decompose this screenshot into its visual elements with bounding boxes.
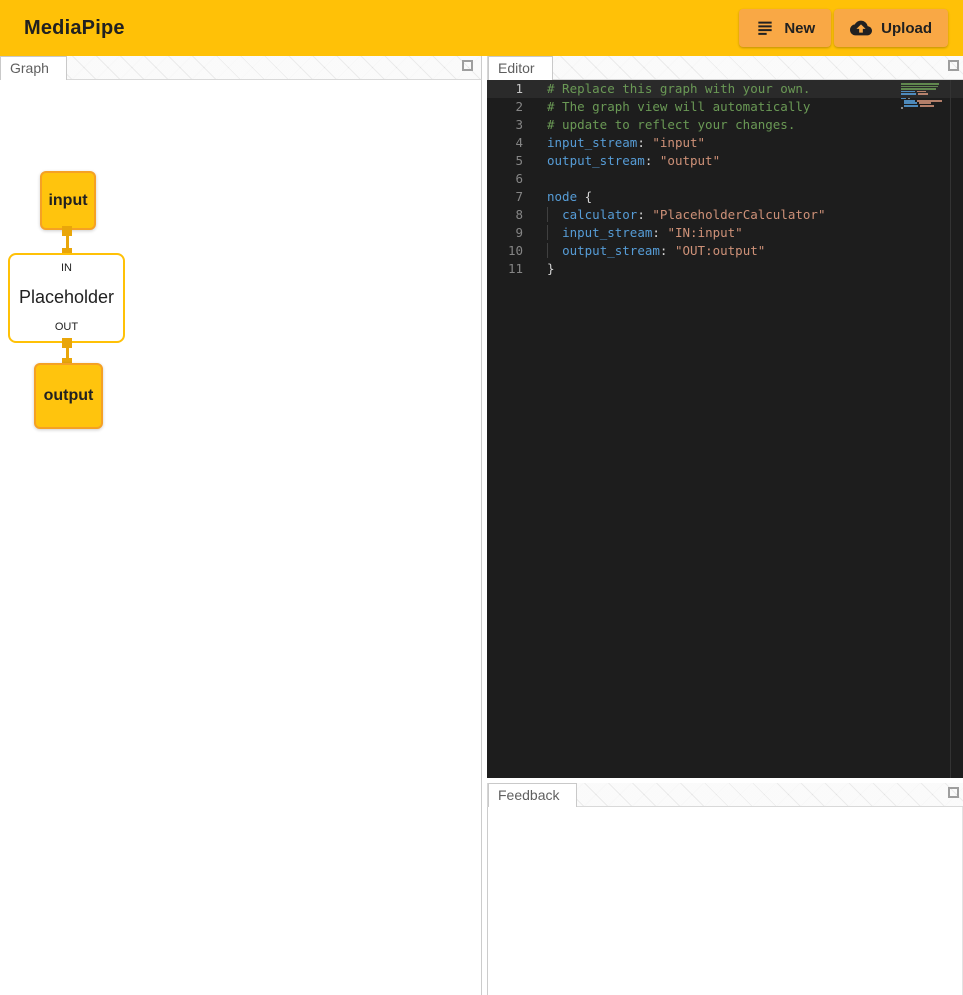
graph-node-output[interactable]: output: [34, 363, 103, 429]
editor-overview-ruler: [950, 80, 951, 778]
graph-node-output-label: output: [44, 387, 94, 405]
code-line: 1# Replace this graph with your own.: [487, 80, 963, 98]
cloud-upload-icon: [850, 17, 872, 39]
list-icon: [755, 18, 775, 38]
tab-feedback[interactable]: Feedback: [488, 783, 577, 807]
code-line: 3# update to reflect your changes.: [487, 116, 963, 134]
upload-button[interactable]: Upload: [834, 9, 948, 47]
graph-node-placeholder-label: Placeholder: [19, 287, 114, 308]
code-line: 8 calculator: "PlaceholderCalculator": [487, 206, 963, 224]
editor-maximize-icon[interactable]: [948, 60, 959, 71]
tab-editor[interactable]: Editor: [488, 56, 553, 80]
app-header: MediaPipe New Upload: [0, 0, 963, 56]
upload-button-label: Upload: [881, 20, 932, 37]
graph-canvas[interactable]: input IN Placeholder OUT output: [0, 80, 482, 995]
placeholder-out-port-label: OUT: [55, 321, 78, 333]
code-line: 2# The graph view will automatically: [487, 98, 963, 116]
output-port-of-input-node: [62, 226, 72, 236]
feedback-tabstrip: Feedback: [487, 783, 963, 807]
new-button-label: New: [784, 20, 815, 37]
code-line: 10 output_stream: "OUT:output": [487, 242, 963, 260]
graph-node-input-label: input: [48, 192, 87, 210]
code-editor[interactable]: 1# Replace this graph with your own.2# T…: [487, 80, 963, 778]
placeholder-in-port-label: IN: [61, 262, 72, 274]
code-line: 5output_stream: "output": [487, 152, 963, 170]
new-button[interactable]: New: [739, 9, 831, 47]
code-line: 4input_stream: "input": [487, 134, 963, 152]
code-line: 9 input_stream: "IN:input": [487, 224, 963, 242]
tab-graph-label: Graph: [10, 60, 49, 76]
code-line: 7node {: [487, 188, 963, 206]
feedback-maximize-icon[interactable]: [948, 787, 959, 798]
editor-minimap[interactable]: [901, 83, 947, 109]
output-port-of-placeholder-node: [62, 338, 72, 348]
graph-node-input[interactable]: input: [40, 171, 96, 230]
graph-node-placeholder[interactable]: IN Placeholder OUT: [8, 253, 125, 343]
editor-tabstrip: Editor: [487, 56, 963, 80]
app-title: MediaPipe: [24, 17, 125, 40]
feedback-content: [487, 807, 963, 995]
header-buttons: New Upload: [739, 9, 948, 47]
tab-editor-label: Editor: [498, 60, 535, 76]
tab-feedback-label: Feedback: [498, 787, 559, 803]
graph-tabstrip: Graph: [0, 56, 482, 80]
graph-maximize-icon[interactable]: [462, 60, 473, 71]
tab-graph[interactable]: Graph: [0, 56, 67, 80]
minimap-row: [901, 107, 947, 109]
code-line: 11}: [487, 260, 963, 278]
code-lines: 1# Replace this graph with your own.2# T…: [487, 80, 963, 278]
code-line: 6: [487, 170, 963, 188]
